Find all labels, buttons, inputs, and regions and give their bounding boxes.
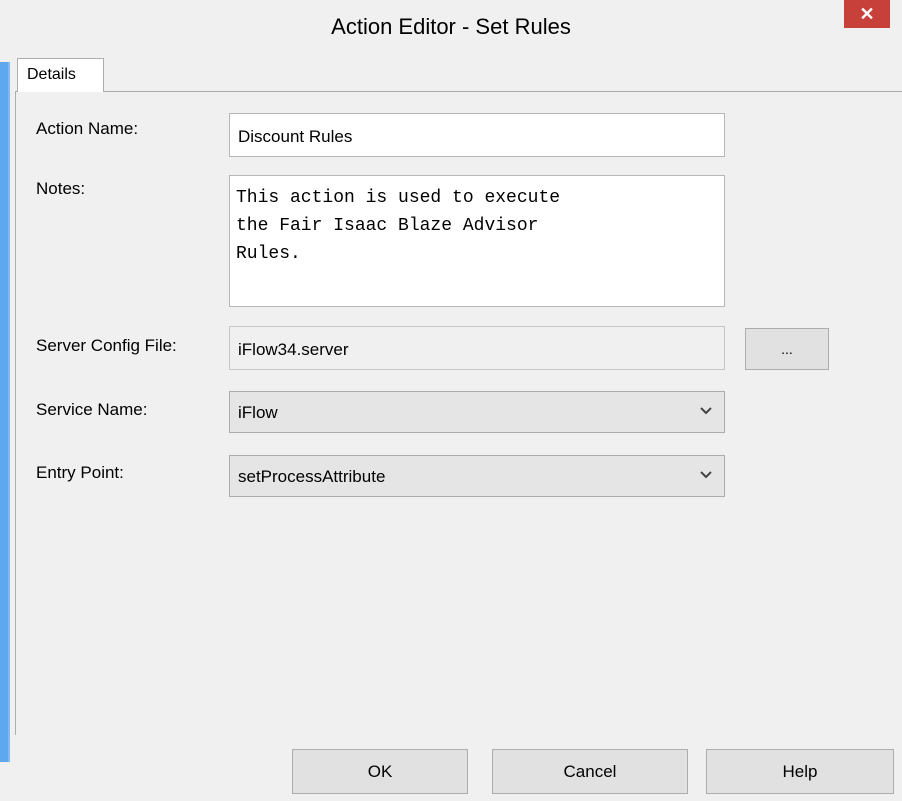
close-icon[interactable]: ✕	[844, 0, 890, 28]
ok-button[interactable]: OK	[292, 749, 468, 794]
chevron-down-icon	[700, 407, 712, 415]
service-name-value: iFlow	[238, 403, 278, 422]
window-border-inner	[8, 62, 10, 762]
entry-point-select[interactable]: setProcessAttribute	[229, 455, 725, 497]
action-name-value: Discount Rules	[238, 127, 353, 146]
entry-point-value: setProcessAttribute	[238, 467, 386, 486]
tab-details[interactable]: Details	[17, 58, 104, 92]
service-name-label: Service Name:	[36, 400, 148, 419]
cancel-button[interactable]: Cancel	[492, 749, 688, 794]
service-name-select[interactable]: iFlow	[229, 391, 725, 433]
title-bar[interactable]: Action Editor - Set Rules ✕	[0, 0, 902, 62]
notes-label: Notes:	[36, 179, 86, 198]
entry-point-label: Entry Point:	[36, 463, 124, 482]
server-config-file-value: iFlow34.server	[238, 340, 349, 359]
chevron-down-icon	[700, 471, 712, 479]
tab-label: Details	[27, 66, 76, 83]
browse-button[interactable]: ...	[745, 328, 829, 370]
action-name-field[interactable]: Discount Rules	[229, 113, 725, 157]
server-config-file-field[interactable]: iFlow34.server	[229, 326, 725, 370]
window-title: Action Editor - Set Rules	[331, 14, 571, 39]
notes-value: This action is used to execute the Fair …	[236, 188, 561, 264]
server-config-file-label: Server Config File:	[36, 336, 177, 355]
notes-textarea[interactable]: This action is used to execute the Fair …	[229, 175, 725, 307]
help-button[interactable]: Help	[706, 749, 894, 794]
dialog-window: Action Editor - Set Rules ✕ Details Acti…	[0, 0, 902, 801]
action-name-label: Action Name:	[36, 119, 139, 138]
window-border	[0, 62, 8, 762]
